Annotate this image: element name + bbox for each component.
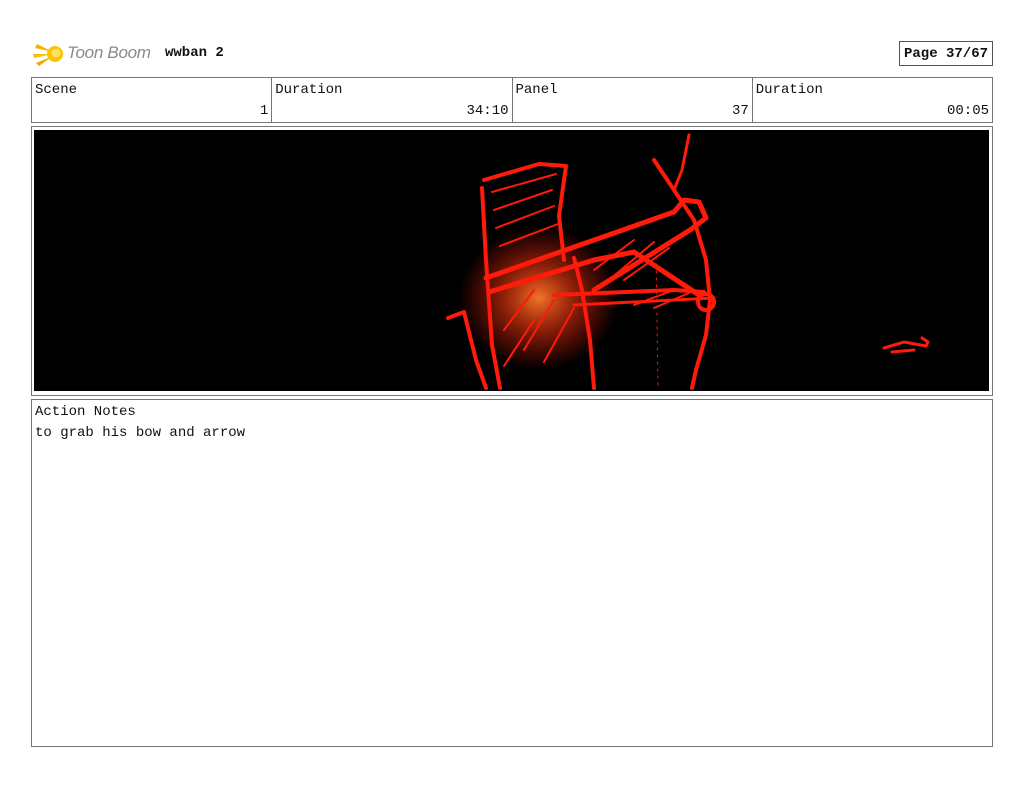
page-counter: Page 37/67 <box>898 41 993 66</box>
panel-value: 37 <box>731 103 749 119</box>
scene-value: 1 <box>259 103 269 119</box>
logo-text: Toon Boom <box>67 43 151 62</box>
logo-burst-icon <box>33 44 63 66</box>
panel-info-row: Scene 1 Duration 34:10 Panel 37 Duration… <box>31 77 993 123</box>
scene-duration-cell: Duration 34:10 <box>272 78 513 122</box>
panel-duration-label: Duration <box>755 82 823 98</box>
shoulder-glow <box>459 226 619 370</box>
panel-cell: Panel 37 <box>513 78 753 122</box>
project-title: wwban 2 <box>165 45 224 61</box>
scene-label: Scene <box>35 82 78 98</box>
scene-duration-value: 34:10 <box>466 103 509 119</box>
panel-duration-value: 00:05 <box>946 103 989 119</box>
page-header: Toon Boom wwban 2 Page 37/67 <box>31 38 993 70</box>
action-notes-label: Action Notes <box>35 404 136 420</box>
storyboard-panel-frame <box>31 126 993 396</box>
archer-sketch <box>34 130 989 391</box>
panel-label: Panel <box>515 82 558 98</box>
action-notes-text: to grab his bow and arrow <box>35 425 246 441</box>
scene-duration-label: Duration <box>275 82 343 98</box>
scene-cell: Scene 1 <box>32 78 273 122</box>
action-notes-box: Action Notes to grab his bow and arrow <box>31 399 993 747</box>
storyboard-panel-image <box>34 130 989 391</box>
toon-boom-logo: Toon Boom <box>31 38 157 70</box>
panel-duration-cell: Duration 00:05 <box>753 78 992 122</box>
